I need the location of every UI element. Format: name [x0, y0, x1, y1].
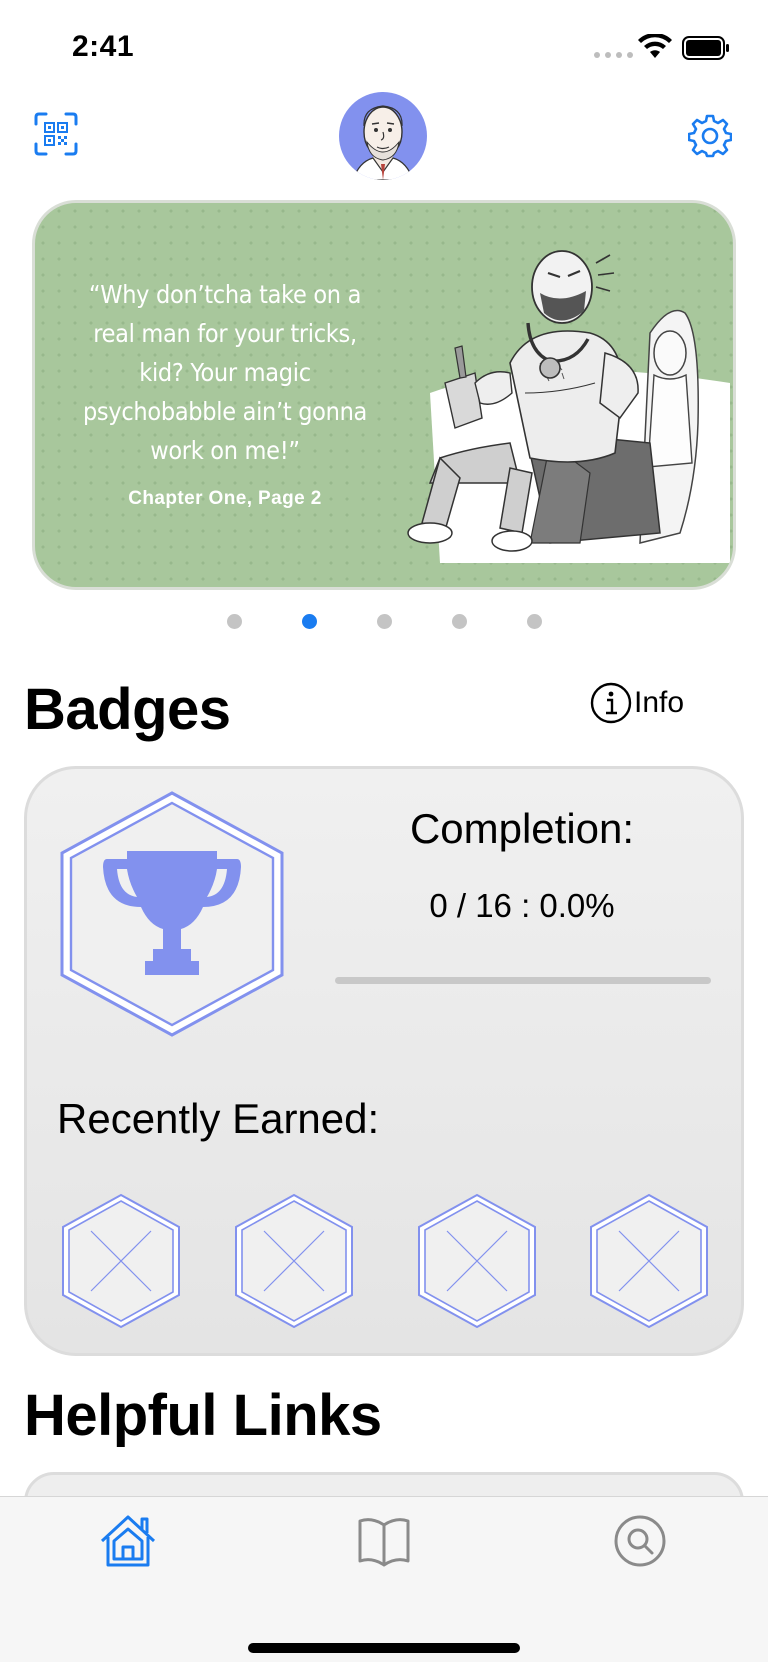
info-label: Info — [634, 686, 685, 719]
avatar-portrait-illustration — [352, 105, 414, 180]
tab-bar — [0, 1496, 768, 1662]
helpful-links-title: Helpful Links — [24, 1383, 382, 1448]
home-indicator — [248, 1643, 520, 1653]
recently-earned-label: Recently Earned: — [57, 1095, 380, 1142]
quote-carousel-card[interactable]: “Why don’tcha take on a real man for you… — [32, 200, 736, 590]
header — [0, 86, 768, 186]
info-icon — [590, 682, 632, 724]
completion-label: Completion: — [409, 805, 635, 852]
completion-progress-bar — [335, 977, 711, 984]
status-bar: 2:41 — [0, 0, 768, 96]
quote-source: Chapter One, Page 2 — [128, 488, 322, 509]
page-dot[interactable] — [302, 614, 317, 629]
quote-text: “Why don’tcha take on a real man for you… — [82, 280, 368, 465]
empty-badge-slot — [235, 1193, 353, 1329]
completion-value: 0 / 16 : 0.0% — [429, 887, 615, 924]
wifi-icon — [638, 34, 672, 58]
gear-icon[interactable] — [688, 114, 732, 158]
profile-avatar[interactable] — [339, 92, 427, 180]
badges-card: Completion: 0 / 16 : 0.0% Recently Earne… — [24, 766, 744, 1356]
cellular-signal-icon — [594, 52, 633, 58]
quote-block: “Why don’tcha take on a real man for you… — [75, 275, 375, 510]
status-time: 2:41 — [72, 30, 135, 63]
home-icon[interactable] — [98, 1511, 158, 1571]
badges-title: Badges — [24, 677, 231, 742]
carousel-page-indicator[interactable] — [0, 614, 768, 630]
empty-badge-slot — [418, 1193, 536, 1329]
empty-badge-slot — [590, 1193, 708, 1329]
page-dot[interactable] — [377, 614, 392, 629]
book-icon[interactable] — [354, 1511, 414, 1571]
page-dot[interactable] — [227, 614, 242, 629]
comic-panel-illustration — [407, 250, 730, 563]
trophy-badge-icon — [60, 791, 284, 1037]
search-icon[interactable] — [610, 1511, 670, 1571]
empty-badge-slot — [62, 1193, 180, 1329]
qr-code-scan-icon[interactable] — [34, 112, 78, 156]
page-dot[interactable] — [452, 614, 467, 629]
battery-icon — [682, 36, 729, 60]
info-button[interactable]: Info — [590, 682, 684, 724]
page-dot[interactable] — [527, 614, 542, 629]
